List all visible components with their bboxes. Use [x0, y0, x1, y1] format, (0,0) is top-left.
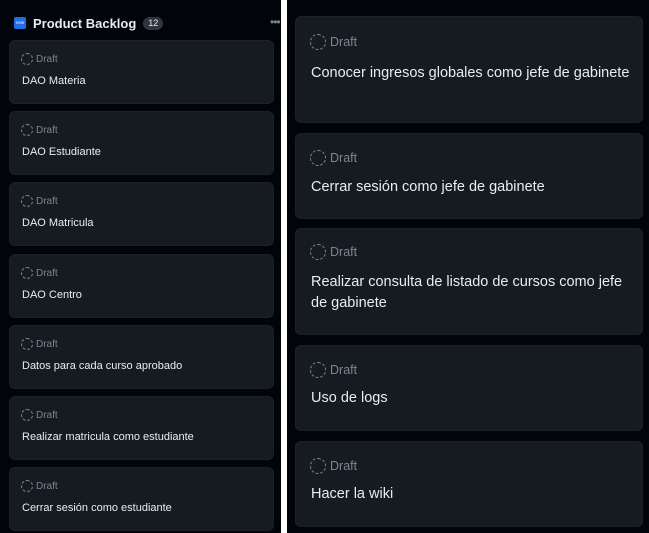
backlog-column-zoomed-panel: Draft Conocer ingresos globales como jef…: [287, 0, 649, 533]
column-title: Product Backlog: [33, 15, 137, 31]
draft-status-icon: [310, 244, 326, 260]
backlog-card[interactable]: Draft Datos para cada curso aprobado: [9, 325, 274, 389]
draft-status-icon: [21, 267, 33, 279]
draft-status-icon: [310, 362, 326, 378]
backlog-card[interactable]: Draft DAO Estudiante: [9, 111, 274, 175]
column-header: new Product Backlog 12: [14, 14, 274, 32]
card-title[interactable]: Realizar consulta de listado de cursos c…: [311, 272, 630, 314]
draft-status-icon: [21, 480, 33, 492]
draft-status-icon: [21, 195, 33, 207]
draft-status-icon: [21, 409, 33, 421]
backlog-card[interactable]: Draft Cerrar sesión como estudiante: [9, 467, 274, 531]
card-title[interactable]: Cerrar sesión como jefe de gabinete: [311, 177, 630, 198]
status-label: Draft: [330, 35, 358, 49]
card-title[interactable]: Hacer la wiki: [311, 484, 630, 505]
draft-status-icon: [310, 150, 326, 166]
status-label: Draft: [36, 195, 58, 207]
status-label: Draft: [36, 409, 58, 421]
draft-status-icon: [310, 34, 326, 50]
card-title[interactable]: Realizar matricula como estudiante: [22, 431, 194, 443]
status-label: Draft: [36, 267, 58, 279]
card-title[interactable]: DAO Estudiante: [22, 146, 101, 158]
backlog-card[interactable]: Draft Conocer ingresos globales como jef…: [295, 16, 643, 123]
card-status: Draft: [310, 150, 357, 166]
draft-status-icon: [21, 53, 33, 65]
backlog-column-panel: new Product Backlog 12 ••• Draft DAO Mat…: [0, 0, 281, 533]
draft-status-icon: [21, 124, 33, 136]
status-label: Draft: [330, 459, 358, 473]
backlog-card[interactable]: Draft DAO Matricula: [9, 182, 274, 246]
backlog-card[interactable]: Draft Uso de logs: [295, 345, 643, 431]
card-status: Draft: [21, 267, 58, 279]
card-title[interactable]: Datos para cada curso aprobado: [22, 360, 182, 372]
card-title[interactable]: Cerrar sesión como estudiante: [22, 502, 172, 514]
status-label: Draft: [36, 124, 58, 136]
status-label: Draft: [330, 363, 358, 377]
card-title[interactable]: Conocer ingresos globales como jefe de g…: [311, 63, 630, 84]
status-label: Draft: [330, 245, 358, 259]
status-label: Draft: [36, 480, 58, 492]
ellipsis-icon[interactable]: •••: [270, 14, 281, 30]
card-title[interactable]: DAO Materia: [22, 75, 86, 87]
backlog-card[interactable]: Draft Hacer la wiki: [295, 441, 643, 527]
card-status: Draft: [21, 195, 58, 207]
card-status: Draft: [21, 53, 58, 65]
card-status: Draft: [21, 409, 58, 421]
card-status: Draft: [21, 338, 58, 350]
backlog-card[interactable]: Draft Realizar consulta de listado de cu…: [295, 228, 643, 335]
card-title[interactable]: Uso de logs: [311, 388, 630, 409]
status-label: Draft: [36, 338, 58, 350]
backlog-card[interactable]: Draft Cerrar sesión como jefe de gabinet…: [295, 133, 643, 219]
backlog-card[interactable]: Draft Realizar matricula como estudiante: [9, 396, 274, 460]
backlog-card[interactable]: Draft DAO Centro: [9, 254, 274, 318]
card-status: Draft: [310, 244, 357, 260]
item-count-badge: 12: [143, 16, 164, 30]
card-status: Draft: [21, 480, 58, 492]
column-color-icon: new: [14, 17, 26, 29]
status-label: Draft: [36, 53, 58, 65]
card-status: Draft: [310, 458, 357, 474]
status-label: Draft: [330, 151, 358, 165]
card-status: Draft: [21, 124, 58, 136]
card-title[interactable]: DAO Matricula: [22, 217, 94, 229]
card-title[interactable]: DAO Centro: [22, 289, 82, 301]
draft-status-icon: [21, 338, 33, 350]
card-status: Draft: [310, 362, 357, 378]
draft-status-icon: [310, 458, 326, 474]
backlog-card[interactable]: Draft DAO Materia: [9, 40, 274, 104]
card-status: Draft: [310, 34, 357, 50]
